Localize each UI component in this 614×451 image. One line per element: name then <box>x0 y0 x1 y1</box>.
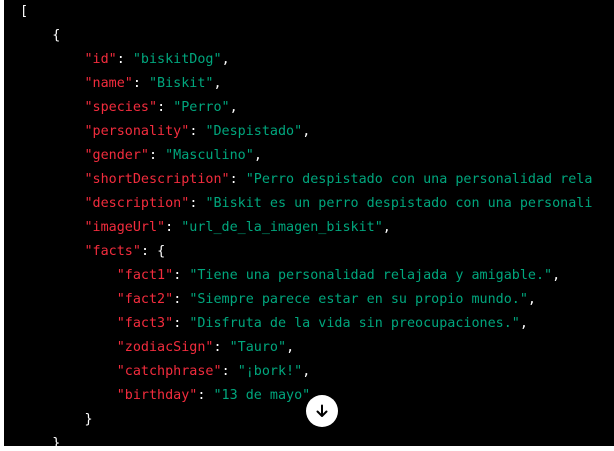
close-brace: } <box>52 436 61 446</box>
code-line-open-brace: { <box>20 24 592 48</box>
code-line-open-bracket: [ <box>20 0 592 24</box>
json-key: "description" <box>84 196 190 211</box>
json-value: "Tauro" <box>229 340 287 355</box>
code-line-close-object: } <box>20 432 592 446</box>
open-bracket: [ <box>20 4 29 19</box>
code-line-gender: "gender": "Masculino", <box>84 148 262 163</box>
arrow-down-icon <box>316 404 328 417</box>
json-value: "url_de_la_imagen_biskit" <box>181 220 383 235</box>
json-value: "Biskit" <box>149 76 214 91</box>
json-key: "fact2" <box>116 292 174 307</box>
json-key: "imageUrl" <box>84 220 166 235</box>
json-key: "name" <box>84 76 133 91</box>
json-key: "fact1" <box>116 268 174 283</box>
json-value: "13 de mayo" <box>213 388 311 403</box>
code-line-name: "name": "Biskit", <box>84 76 222 91</box>
json-key: "id" <box>84 52 117 67</box>
close-brace: } <box>84 412 93 427</box>
json-value: "biskitDog" <box>132 52 222 67</box>
json-key: "personality" <box>84 124 190 139</box>
json-value: "Masculino" <box>165 148 254 163</box>
json-key: "gender" <box>84 148 150 163</box>
code-line-fact1: "fact1": "Tiene una personalidad relajad… <box>116 268 561 283</box>
code-block-panel: [ { "id": "biskitDog", "name": "Biskit",… <box>4 0 614 446</box>
json-value: "Perro despistado con una personalidad r… <box>245 172 593 187</box>
code-line-fact2: "fact2": "Siempre parece estar en su pro… <box>116 292 536 307</box>
json-value: "Tiene una personalidad relajada y amiga… <box>189 268 553 283</box>
json-value: "Disfruta de la vida sin preocupaciones.… <box>189 316 520 331</box>
json-value: "Despistado" <box>205 124 303 139</box>
code-line-zodiac-sign: "zodiacSign": "Tauro", <box>116 340 295 355</box>
open-brace: { <box>52 28 61 43</box>
code-line-personality: "personality": "Despistado", <box>84 124 311 139</box>
code-line-short-description: "shortDescription": "Perro despistado co… <box>84 172 593 187</box>
json-key: "shortDescription" <box>84 172 230 187</box>
json-value: "¡bork!" <box>237 364 303 379</box>
json-key: "fact3" <box>116 316 174 331</box>
json-key: "facts" <box>84 244 141 259</box>
json-value: "Biskit es un perro despistado con una p… <box>205 196 593 211</box>
json-key: "catchphrase" <box>116 364 222 379</box>
code-line-species: "species": "Perro", <box>84 100 238 115</box>
json-value: "Perro" <box>173 100 230 115</box>
code-line-facts: "facts": { <box>84 244 166 259</box>
json-value: "Siempre parece estar en su propio mundo… <box>189 292 528 307</box>
json-key: "birthday" <box>116 388 198 403</box>
code-line-image-url: "imageUrl": "url_de_la_imagen_biskit", <box>84 220 391 235</box>
code-line-catchphrase: "catchphrase": "¡bork!", <box>116 364 311 379</box>
json-code: [ { "id": "biskitDog", "name": "Biskit",… <box>20 0 592 446</box>
code-line-fact3: "fact3": "Disfruta de la vida sin preocu… <box>116 316 528 331</box>
code-line-id: "id": "biskitDog", <box>84 52 230 67</box>
json-key: "zodiacSign" <box>116 340 214 355</box>
code-line-description: "description": "Biskit es un perro despi… <box>84 196 593 211</box>
json-key: "species" <box>84 100 158 115</box>
scroll-to-bottom-button[interactable] <box>306 395 338 427</box>
